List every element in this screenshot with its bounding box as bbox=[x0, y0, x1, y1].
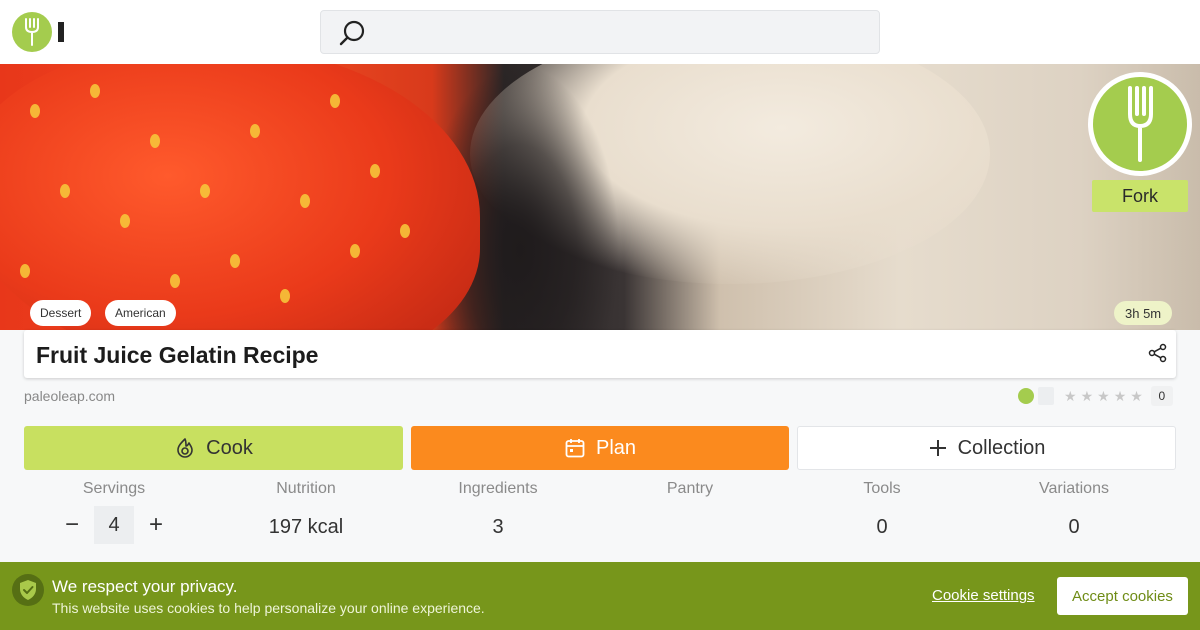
fork-icon bbox=[1018, 388, 1034, 404]
top-bar bbox=[0, 0, 1200, 64]
accept-cookies-button[interactable]: Accept cookies bbox=[1057, 577, 1188, 615]
star-icon[interactable]: ★ bbox=[1114, 389, 1127, 403]
recipe-source[interactable]: paleoleap.com bbox=[24, 388, 115, 404]
variations-label: Variations bbox=[1039, 480, 1109, 497]
share-icon[interactable] bbox=[1148, 343, 1168, 368]
flame-icon bbox=[177, 438, 193, 458]
search-icon bbox=[337, 19, 367, 54]
cookie-title: We respect your privacy. bbox=[52, 577, 238, 596]
plan-button[interactable]: Plan bbox=[411, 426, 789, 470]
tools-label: Tools bbox=[863, 480, 901, 497]
servings-stepper: − 4 + bbox=[60, 506, 168, 544]
cook-time-badge: 3h 5m bbox=[1114, 301, 1173, 325]
nutrition-stat[interactable]: Nutrition 197 kcal bbox=[210, 480, 402, 539]
servings-value[interactable]: 4 bbox=[94, 506, 134, 544]
brand-name-label[interactable]: Fork bbox=[1092, 180, 1188, 212]
shield-check-icon bbox=[12, 574, 44, 606]
pantry-stat[interactable]: Pantry bbox=[594, 480, 786, 498]
tools-stat[interactable]: Tools 0 bbox=[786, 480, 978, 539]
cookie-banner: We respect your privacy. This website us… bbox=[0, 562, 1200, 630]
cook-button-label: Cook bbox=[206, 436, 253, 459]
plus-icon bbox=[929, 440, 946, 456]
calendar-icon bbox=[565, 439, 585, 458]
rating-placeholder bbox=[1038, 387, 1054, 405]
variations-value: 0 bbox=[1068, 516, 1080, 538]
ingredients-label: Ingredients bbox=[458, 480, 538, 497]
recipe-title-card: Fruit Juice Gelatin Recipe bbox=[24, 330, 1176, 378]
rating-count: 0 bbox=[1150, 386, 1173, 406]
pantry-label: Pantry bbox=[666, 480, 714, 497]
tools-value: 0 bbox=[876, 516, 888, 538]
star-icon[interactable]: ★ bbox=[1064, 389, 1077, 403]
star-icon[interactable]: ★ bbox=[1130, 389, 1143, 403]
fork-icon bbox=[1128, 86, 1153, 162]
tag-dessert[interactable]: Dessert bbox=[30, 300, 92, 326]
cookie-text: This website uses cookies to help person… bbox=[52, 600, 485, 616]
increase-servings-button[interactable]: + bbox=[144, 506, 168, 544]
fork-icon bbox=[25, 18, 39, 46]
servings-label: Servings bbox=[82, 480, 146, 497]
plan-button-label: Plan bbox=[595, 436, 637, 459]
ingredients-stat[interactable]: Ingredients 3 bbox=[402, 480, 594, 539]
cookie-settings-link[interactable]: Cookie settings bbox=[932, 587, 1035, 604]
variations-stat[interactable]: Variations 0 bbox=[978, 480, 1170, 539]
recipe-title: Fruit Juice Gelatin Recipe bbox=[36, 342, 319, 368]
decrease-servings-button[interactable]: − bbox=[60, 506, 84, 544]
collection-button[interactable]: Collection bbox=[797, 426, 1176, 470]
search-input[interactable] bbox=[320, 10, 880, 54]
star-icon[interactable]: ★ bbox=[1097, 389, 1110, 403]
brand-badge[interactable] bbox=[1088, 72, 1192, 176]
collection-button-label: Collection bbox=[957, 436, 1046, 459]
app-logo[interactable] bbox=[12, 12, 52, 52]
nutrition-value: 197 kcal bbox=[268, 516, 344, 538]
recipe-hero-image bbox=[0, 64, 1200, 330]
ingredients-value: 3 bbox=[492, 516, 504, 538]
tag-american[interactable]: American bbox=[105, 300, 176, 326]
star-icon[interactable]: ★ bbox=[1081, 389, 1094, 403]
servings-stat: Servings bbox=[18, 480, 210, 498]
cook-button[interactable]: Cook bbox=[24, 426, 403, 470]
rating-widget[interactable]: ★ ★ ★ ★ ★ 0 bbox=[1018, 386, 1173, 406]
logo-wordmark bbox=[58, 22, 64, 42]
nutrition-label: Nutrition bbox=[276, 480, 336, 497]
